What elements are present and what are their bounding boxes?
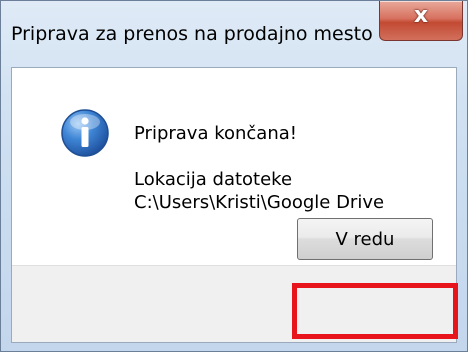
title-bar[interactable]: Priprava za prenos na prodajno mesto x	[1, 1, 467, 59]
close-icon: x	[413, 3, 429, 28]
info-icon	[61, 109, 109, 157]
dialog-window: Priprava za prenos na prodajno mesto x P…	[0, 0, 468, 352]
close-button[interactable]: x	[379, 1, 463, 41]
button-bar	[12, 265, 456, 342]
message-headline: Priprava končana!	[134, 123, 297, 144]
file-location-path: C:\Users\Kristi\Google Drive	[134, 192, 385, 213]
file-location-label: Lokacija datoteke	[134, 169, 293, 190]
dialog-client-area: Priprava končana! Lokacija datoteke C:\U…	[11, 67, 457, 343]
dialog-title: Priprava za prenos na prodajno mesto	[11, 23, 373, 45]
ok-button[interactable]: V redu	[297, 218, 433, 260]
